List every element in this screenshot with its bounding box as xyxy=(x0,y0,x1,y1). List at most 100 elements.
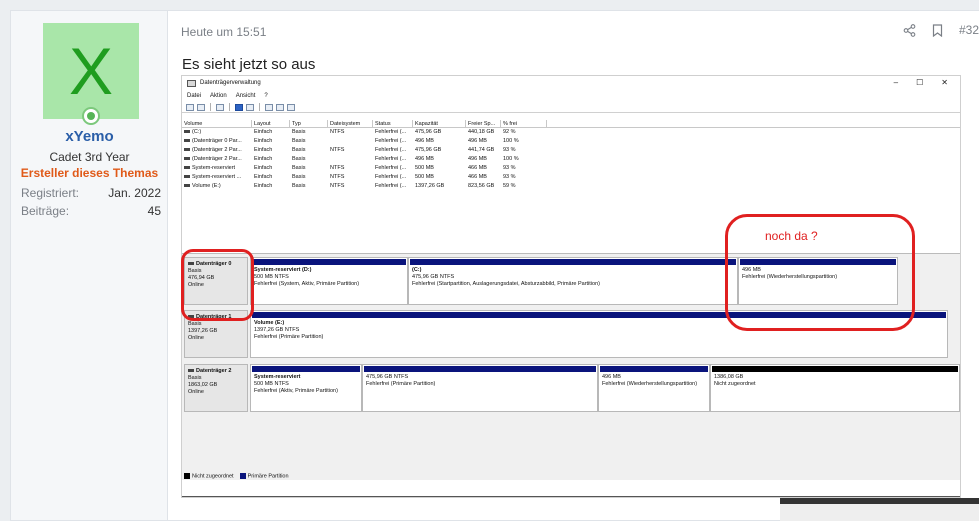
partition-bar xyxy=(252,259,406,265)
cell-percent-free: 93 % xyxy=(503,174,516,180)
partition: (C:) 475,96 GB NTFS Fehlerfrei (Startpar… xyxy=(408,257,738,305)
toolbar-separator xyxy=(259,103,260,111)
cell-volume: (Datenträger 2 Par... xyxy=(182,155,252,164)
cell-status: Fehlerfrei (... xyxy=(375,174,407,180)
disk-management-icon xyxy=(187,79,196,87)
toolbar-separator xyxy=(210,103,211,111)
menubar: Datei Aktion Ansicht ? xyxy=(182,90,960,102)
cell-capacity: 496 MB xyxy=(415,156,434,162)
disk-state: Online xyxy=(188,389,204,395)
cell-percent-free: 93 % xyxy=(503,165,516,171)
volume-table: Volume Layout Typ Dateisystem Status Kap… xyxy=(182,120,552,191)
cell-percent-free: 59 % xyxy=(503,183,516,189)
cell-percent-free: 92 % xyxy=(503,129,516,135)
user-info-panel: X xYemo Cadet 3rd Year Ersteller dieses … xyxy=(10,10,167,521)
cell-layout: Einfach xyxy=(254,174,273,180)
post-number-link[interactable]: #32 xyxy=(959,23,979,37)
cell-type: Basis xyxy=(292,156,306,162)
disk-icon xyxy=(188,369,194,373)
avatar-letter: X xyxy=(68,34,114,108)
share-icon[interactable] xyxy=(903,23,916,37)
menu-aktion: Aktion xyxy=(210,93,227,99)
disk-type: Basis xyxy=(188,375,202,381)
post-actions: #32 xyxy=(903,23,979,37)
disk-size: 1863,02 GB xyxy=(188,382,218,388)
toolbar-separator xyxy=(229,103,230,111)
table-row[interactable]: (Datenträger 2 Par... Einfach Basis Fehlerf… xyxy=(182,155,552,164)
partition-name: System-reserviert xyxy=(254,374,301,380)
partition-size: 475,96 GB NTFS xyxy=(366,374,409,380)
table-row[interactable]: (Datenträger 0 Par... Einfach Basis Fehlerf… xyxy=(182,137,552,146)
cell-status: Fehlerfrei (... xyxy=(375,183,407,189)
cell-layout: Einfach xyxy=(254,147,273,153)
window-title: Datenträgerverwaltung xyxy=(200,80,261,86)
col-filesystem: Dateisystem xyxy=(328,120,373,127)
menu-ansicht: Ansicht xyxy=(235,93,256,99)
online-status-icon xyxy=(82,107,100,125)
disk-state: Online xyxy=(188,335,204,341)
cell-type: Basis xyxy=(292,147,306,153)
col-status: Status xyxy=(373,120,413,127)
cell-capacity: 500 MB xyxy=(415,165,434,171)
cell-layout: Einfach xyxy=(254,138,273,144)
table-row[interactable]: System-reserviert Einfach Basis NTFS Fehlerf… xyxy=(182,164,552,173)
cell-status: Fehlerfrei (... xyxy=(375,129,407,135)
cell-free: 496 MB xyxy=(468,138,487,144)
partition-bar xyxy=(410,259,736,265)
cell-layout: Einfach xyxy=(254,165,273,171)
legend-unallocated: Nicht zugeordnet xyxy=(184,473,234,479)
legend-primary: Primäre Partition xyxy=(239,473,289,479)
volume-icon xyxy=(184,139,190,143)
col-volume: Volume xyxy=(182,120,252,127)
cell-type: Basis xyxy=(292,183,306,189)
partition-bar xyxy=(600,366,708,372)
stat-value: 45 xyxy=(147,204,161,218)
partition: 475,96 GB NTFS Fehlerfrei (Primäre Parti… xyxy=(362,364,598,412)
partition-size: 496 MB xyxy=(602,374,621,380)
toolbar xyxy=(182,102,960,113)
cell-capacity: 1397,26 GB xyxy=(415,183,445,189)
table-row[interactable]: Volume (E:) Einfach Basis NTFS Fehlerfrei (.… xyxy=(182,182,552,191)
disk-size: 1397,26 GB xyxy=(188,328,218,334)
properties-icon xyxy=(246,103,254,111)
bookmark-icon[interactable] xyxy=(932,23,943,37)
disk-type: Basis xyxy=(188,321,202,327)
window-titlebar: Datenträgerverwaltung xyxy=(182,76,960,90)
partition-status: Nicht zugeordnet xyxy=(714,381,756,387)
volume-icon xyxy=(184,166,190,170)
cell-capacity: 496 MB xyxy=(415,138,434,144)
avatar[interactable]: X xyxy=(43,23,139,119)
cell-volume: (Datenträger 0 Par... xyxy=(182,137,252,146)
cell-status: Fehlerfrei (... xyxy=(375,138,407,144)
table-row[interactable]: (C:) Einfach Basis NTFS Fehlerfrei (... 475,9… xyxy=(182,128,552,137)
table-row[interactable]: (Datenträger 2 Par... Einfach Basis NTFS Feh… xyxy=(182,146,552,155)
cell-volume: (C:) xyxy=(182,128,252,137)
username-link[interactable]: xYemo xyxy=(11,128,168,145)
cell-free: 496 MB xyxy=(468,156,487,162)
post-body: Heute um 15:51 #32 Es sieht jetzt so aus… xyxy=(167,10,979,521)
annotation-highlight-recovery xyxy=(725,214,915,331)
partition-status: Fehlerfrei (Primäre Partition) xyxy=(366,381,436,387)
bottom-strip xyxy=(780,498,979,521)
stat-registered: Registriert: Jan. 2022 xyxy=(21,186,161,200)
cell-filesystem: NTFS xyxy=(330,174,345,180)
volume-table-body: (C:) Einfach Basis NTFS Fehlerfrei (... 475,9… xyxy=(182,128,552,191)
legend: Nicht zugeordnet Primäre Partition xyxy=(184,473,289,479)
partition-name: (C:) xyxy=(412,267,422,273)
cell-capacity: 500 MB xyxy=(415,174,434,180)
partition: System-reserviert (D:) 500 MB NTFS Fehle… xyxy=(250,257,408,305)
post-text: Es sieht jetzt so aus xyxy=(182,56,316,73)
check-icon xyxy=(276,103,284,111)
cell-free: 466 MB xyxy=(468,165,487,171)
unallocated-space: 1386,08 GB Nicht zugeordnet xyxy=(710,364,960,412)
volume-table-header: Volume Layout Typ Dateisystem Status Kap… xyxy=(182,120,552,128)
partition-status: Fehlerfrei (Primäre Partition) xyxy=(254,334,324,340)
post-timestamp[interactable]: Heute um 15:51 xyxy=(181,25,266,39)
volume-icon xyxy=(184,175,190,179)
partition-size: 500 MB NTFS xyxy=(254,381,289,387)
table-row[interactable]: System-reserviert ... Einfach Basis NTFS Feh… xyxy=(182,173,552,182)
back-icon xyxy=(186,103,194,111)
volume-icon xyxy=(184,130,190,134)
stat-label: Registriert: xyxy=(21,186,80,200)
disk-label: Datenträger 2 Basis 1863,02 GB Online xyxy=(184,364,248,412)
